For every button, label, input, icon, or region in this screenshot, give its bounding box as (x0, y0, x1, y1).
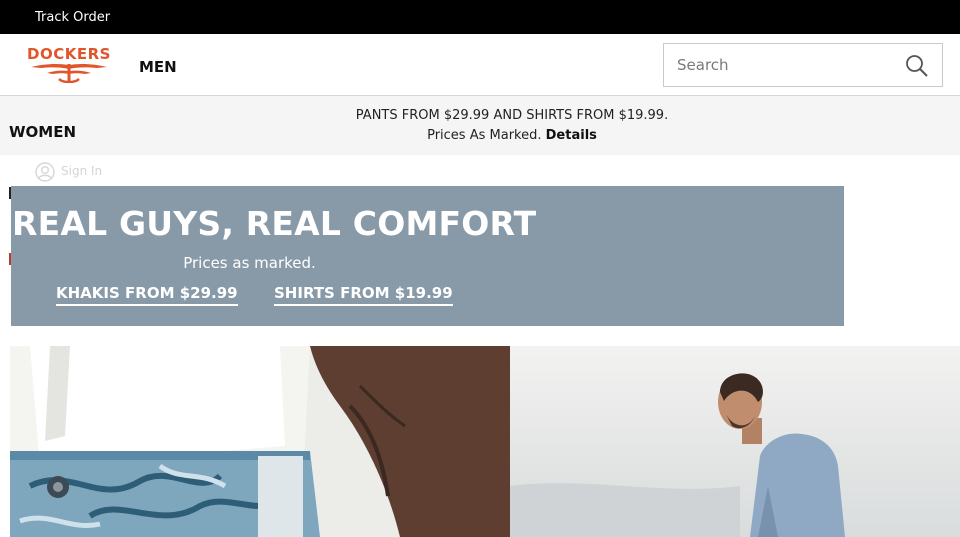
sign-in-label: Sign In (61, 164, 103, 178)
nav-men[interactable]: MEN (139, 58, 177, 76)
product-image-shorts[interactable] (10, 346, 510, 537)
utility-bar: Track Order (0, 0, 960, 34)
promo-subline: Prices As Marked. Details (0, 128, 960, 143)
promo-details-link[interactable]: Details (546, 128, 597, 143)
wings-icon (31, 63, 107, 83)
promo-prices-text: Prices As Marked. (427, 128, 542, 143)
promo-banner: WOMEN PANTS FROM $29.99 AND SHIRTS FROM … (0, 96, 960, 155)
promo-headline: PANTS FROM $29.99 AND SHIRTS FROM $19.99… (355, 108, 669, 123)
dockers-logo[interactable]: DOCKERS (21, 46, 117, 86)
search-icon (906, 55, 928, 77)
hero-subtitle: Prices as marked. (183, 254, 316, 272)
search-box (663, 43, 943, 87)
account-icon (35, 162, 55, 182)
logo-wordmark: DOCKERS (27, 45, 111, 63)
khakis-link[interactable]: KHAKIS FROM $29.99 (56, 284, 238, 306)
hero-banner: REAL GUYS, REAL COMFORT Prices as marked… (11, 186, 844, 326)
product-image-shirt[interactable] (510, 346, 960, 537)
track-order-link[interactable]: Track Order (35, 10, 110, 25)
shirt-photo (510, 346, 960, 537)
shorts-photo (10, 346, 510, 537)
site-header: DOCKERS MEN (0, 34, 960, 96)
hero-title: REAL GUYS, REAL COMFORT (12, 204, 537, 243)
shirts-link[interactable]: SHIRTS FROM $19.99 (274, 284, 453, 306)
sign-in-link[interactable]: Sign In (35, 160, 155, 184)
search-button[interactable] (904, 53, 930, 79)
search-input[interactable] (664, 44, 900, 86)
